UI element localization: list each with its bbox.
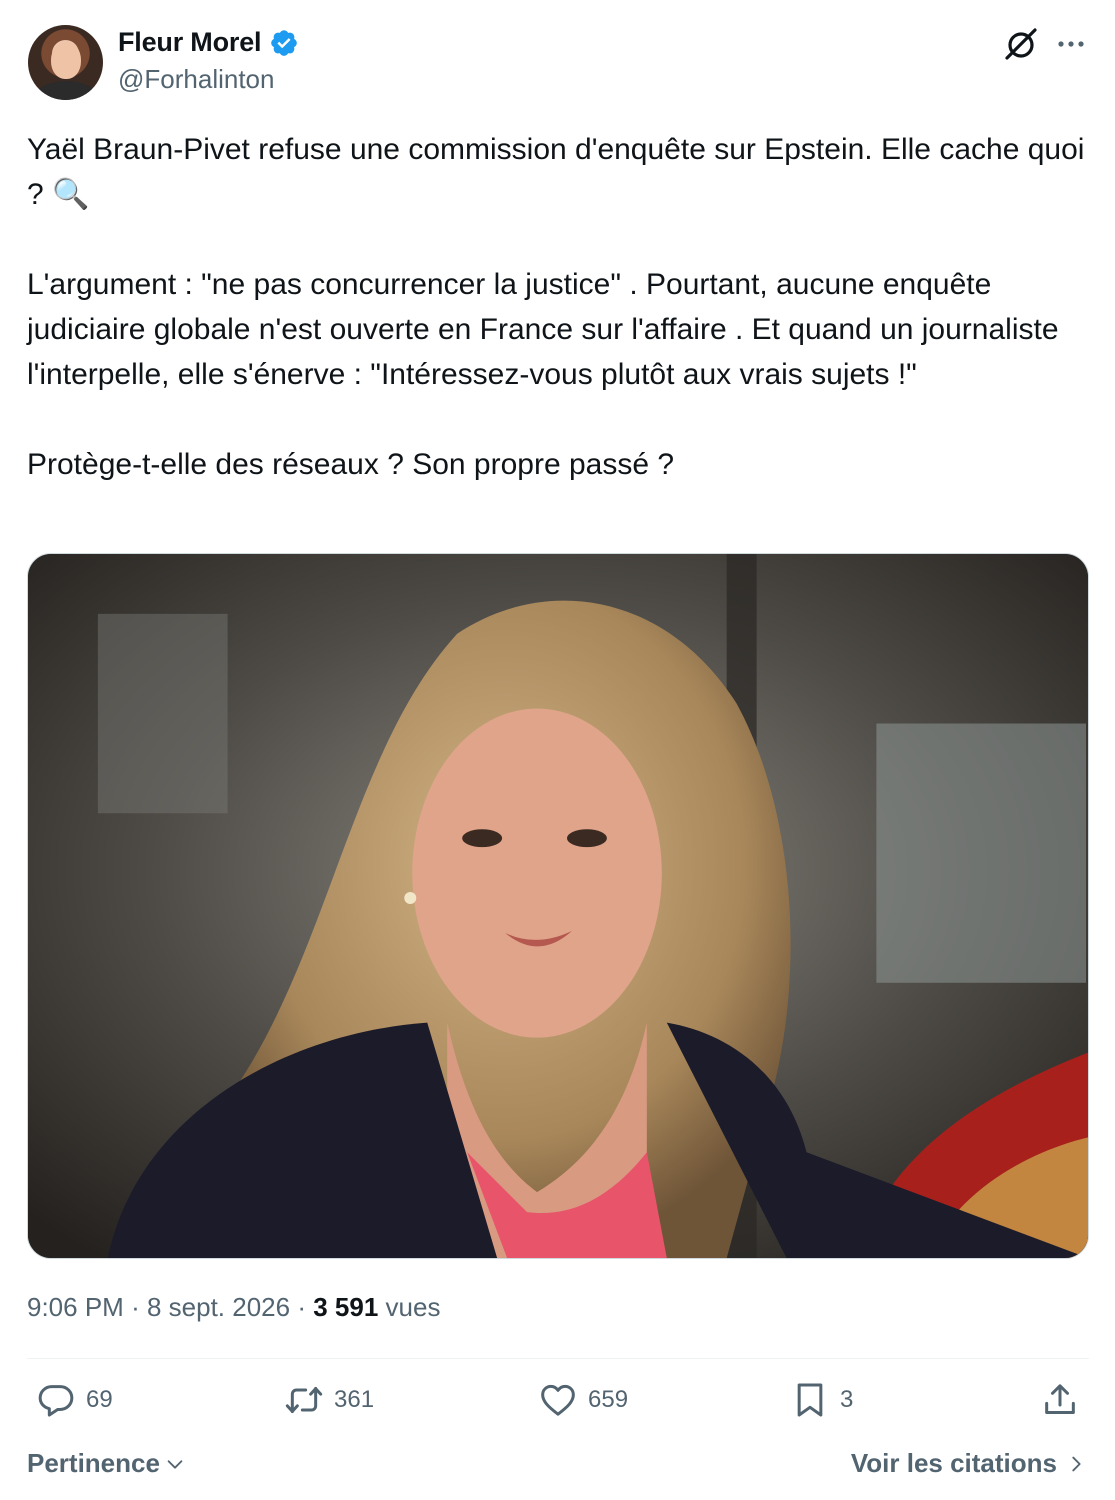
avatar-shoulders bbox=[36, 81, 96, 100]
retweet-count: 361 bbox=[334, 1386, 375, 1413]
bookmark-icon bbox=[797, 1383, 823, 1417]
chevron-right-icon bbox=[1072, 1456, 1081, 1471]
reply-button[interactable]: 69 bbox=[36, 1380, 113, 1420]
like-button[interactable]: 659 bbox=[538, 1380, 628, 1420]
verified-icon bbox=[271, 29, 298, 56]
more-icon[interactable] bbox=[1055, 30, 1087, 58]
share-button[interactable] bbox=[1040, 1380, 1080, 1420]
like-count: 659 bbox=[588, 1386, 629, 1413]
tweet-paragraph-1: Yaël Braun-Pivet refuse une commission d… bbox=[27, 133, 1093, 211]
meta-separator-2: · bbox=[297, 1292, 306, 1322]
like-icon bbox=[541, 1384, 575, 1416]
author-name-row: Fleur Morel bbox=[118, 27, 299, 58]
views-label: vues bbox=[385, 1292, 441, 1322]
tweet-text: Yaël Braun-Pivet refuse une commission d… bbox=[27, 127, 1092, 487]
tweet-paragraph-3: Protège-t-elle des réseaux ? Son propre … bbox=[27, 448, 675, 481]
share-icon bbox=[1045, 1384, 1075, 1414]
quotes-label: Voir les citations bbox=[850, 1448, 1057, 1478]
bookmark-count: 3 bbox=[840, 1386, 854, 1413]
sort-dropdown[interactable]: Pertinence bbox=[27, 1448, 186, 1479]
author-handle[interactable]: @Forhalinton bbox=[118, 64, 274, 95]
bookmark-button[interactable]: 3 bbox=[790, 1380, 853, 1420]
tweet-meta: 9:06 PM · 8 sept. 2026 · 3 591 vues bbox=[27, 1292, 440, 1323]
meta-separator-1: · bbox=[131, 1292, 140, 1322]
divider bbox=[27, 1358, 1089, 1359]
avatar-face bbox=[51, 41, 81, 79]
grok-icon[interactable] bbox=[1003, 26, 1039, 62]
tweet-date[interactable]: 8 sept. 2026 bbox=[147, 1292, 290, 1322]
view-quotes-link[interactable]: Voir les citations bbox=[851, 1448, 1087, 1479]
author-display-name[interactable]: Fleur Morel bbox=[118, 27, 262, 58]
photo-illustration bbox=[28, 554, 1088, 1258]
avatar[interactable] bbox=[28, 25, 103, 100]
reply-icon bbox=[38, 1385, 74, 1417]
views-count: 3 591 bbox=[313, 1292, 379, 1322]
retweet-icon bbox=[285, 1386, 323, 1414]
tweet-time[interactable]: 9:06 PM bbox=[27, 1292, 124, 1322]
reply-count: 69 bbox=[86, 1386, 113, 1413]
sort-label: Pertinence bbox=[27, 1448, 160, 1478]
tweet-photo[interactable] bbox=[27, 553, 1089, 1259]
tweet-paragraph-2: L'argument : "ne pas concurrencer la jus… bbox=[27, 268, 1067, 391]
tweet: Fleur Morel @Forhalinton Yaël Braun-Pive… bbox=[0, 0, 1115, 1500]
retweet-button[interactable]: 361 bbox=[284, 1380, 374, 1420]
chevron-down-icon bbox=[167, 1459, 183, 1469]
